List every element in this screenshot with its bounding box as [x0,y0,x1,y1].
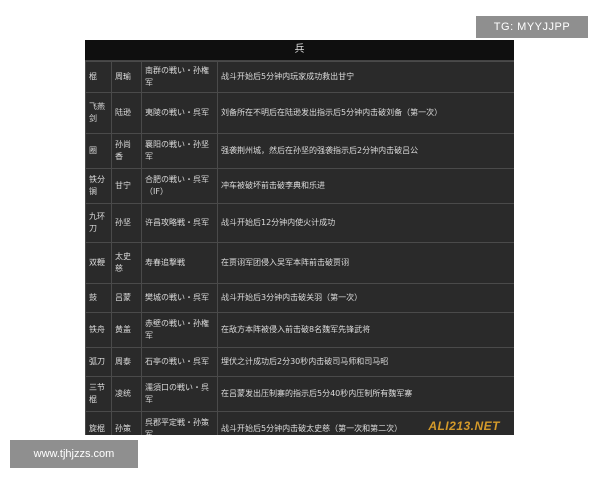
character-cell: 黄盖 [111,312,142,348]
character-cell: 周瑜 [111,61,142,93]
table-row: 三节棍 凌统 濡須口の戦い・呉军 在吕蒙发出压制寨的指示后5分40秒内压制所有魏军寨 [85,376,514,412]
url-badge: www.tjhjzzs.com [10,440,138,468]
character-cell: 孙策 [111,411,142,435]
weapon-cell: 棍 [85,61,112,93]
stage-cell: 濡須口の戦い・呉军 [141,376,218,412]
weapon-cell: 弧刀 [85,347,112,377]
condition-cell: 在贾诩军团侵入吴军本阵前击破贾诩 [217,242,514,284]
character-cell: 孙坚 [111,203,142,243]
table-row: 九环刀 孙坚 许昌攻略戦・呉军 战斗开始后12分钟内使火计成功 [85,203,514,243]
table-row: 鼓吕蒙 樊城の戦い・呉军 战斗开始后3分钟内击破关羽（第一次） [85,283,514,313]
weapon-cell: 鼓 [85,283,112,313]
weapon-cell: 双鞭 [85,242,112,284]
stage-cell: 呉郡平定戦・孙策军 [141,411,218,435]
table-row: 弧刀 周泰 石亭の戦い・呉军 埋伏之计成功后2分30秒内击破司马师和司马昭 [85,347,514,377]
weapon-cell: 九环刀 [85,203,112,243]
weapon-cell: 三节棍 [85,376,112,412]
tg-badge: TG: MYYJJPP [476,16,588,38]
condition-cell: 在吕蒙发出压制寨的指示后5分40秒内压制所有魏军寨 [217,376,514,412]
condition-cell: 战斗开始后5分钟内玩家成功救出甘宁 [217,61,514,93]
weapon-cell: 圈 [85,133,112,169]
condition-cell: 在敌方本阵被侵入前击破8名魏军先锋武将 [217,312,514,348]
condition-cell: 冲车被破坏前击破李典和乐进 [217,168,514,204]
condition-cell: 埋伏之计成功后2分30秒内击破司马师和司马昭 [217,347,514,377]
stage-cell: 襄阳の戦い・孙坚军 [141,133,218,169]
character-cell: 周泰 [111,347,142,377]
table-row: 铁舟 黄盖 赤壁の戦い・孙権军 在敌方本阵被侵入前击破8名魏军先锋武将 [85,312,514,348]
weapon-cell: 铁分锏 [85,168,112,204]
character-cell: 孙尚香 [111,133,142,169]
stage-cell: 合肥の戦い・呉军（IF） [141,168,218,204]
table-row: 圈孙尚香 襄阳の戦い・孙坚军 强袭荆州城，然后在孙坚的强袭指示后2分钟内击破吕公 [85,133,514,169]
character-cell: 太史慈 [111,242,142,284]
character-cell: 陆逊 [111,92,142,134]
weapon-cell: 旋棍 [85,411,112,435]
table-row: 双鞭 太史慈 寿春追撃戦 在贾诩军团侵入吴军本阵前击破贾诩 [85,242,514,284]
weapon-table: 棍周瑜 南群の戦い・孙権军 战斗开始后5分钟内玩家成功救出甘宁 飞燕剑 陆逊 夷陵の戦い・… [85,61,514,435]
condition-cell: 刘备所在不明后在陆逊发出指示后5分钟内击破刘备（第一次） [217,92,514,134]
table-row: 棍周瑜 南群の戦い・孙権军 战斗开始后5分钟内玩家成功救出甘宁 [85,61,514,93]
stage-cell: 南群の戦い・孙権军 [141,61,218,93]
stage-cell: 赤壁の戦い・孙権军 [141,312,218,348]
stage-cell: 寿春追撃戦 [141,242,218,284]
stage-cell: 石亭の戦い・呉军 [141,347,218,377]
character-cell: 甘宁 [111,168,142,204]
character-cell: 吕蒙 [111,283,142,313]
character-cell: 凌统 [111,376,142,412]
table-row: 飞燕剑 陆逊 夷陵の戦い・呉军 刘备所在不明后在陆逊发出指示后5分钟内击破刘备（第一次… [85,92,514,134]
weapon-cell: 铁舟 [85,312,112,348]
weapon-cell: 飞燕剑 [85,92,112,134]
table-title: 兵 [85,40,514,61]
stage-cell: 许昌攻略戦・呉军 [141,203,218,243]
condition-cell: 强袭荆州城，然后在孙坚的强袭指示后2分钟内击破吕公 [217,133,514,169]
weapon-table-panel: 兵 棍周瑜 南群の戦い・孙権军 战斗开始后5分钟内玩家成功救出甘宁 飞燕剑 陆逊 夷陵の戦… [85,40,514,435]
condition-cell: 战斗开始后3分钟内击破关羽（第一次） [217,283,514,313]
condition-cell: 战斗开始后12分钟内使火计成功 [217,203,514,243]
site-watermark: ALI213.NET [428,419,500,433]
stage-cell: 樊城の戦い・呉军 [141,283,218,313]
table-row: 铁分锏 甘宁 合肥の戦い・呉军（IF） 冲车被破坏前击破李典和乐进 [85,168,514,204]
stage-cell: 夷陵の戦い・呉军 [141,92,218,134]
